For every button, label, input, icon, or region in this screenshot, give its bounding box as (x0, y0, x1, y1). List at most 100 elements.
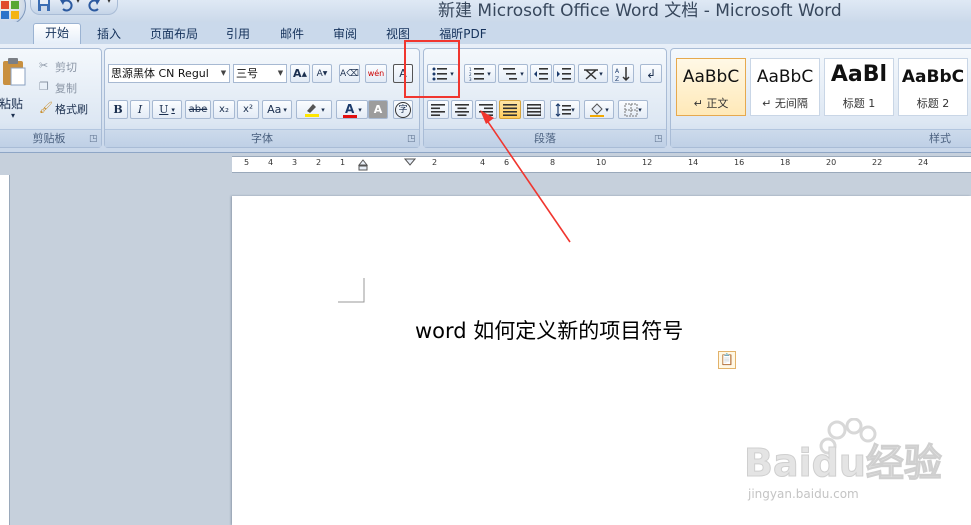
increase-indent-button[interactable] (553, 64, 575, 83)
multilevel-list-icon (503, 67, 518, 80)
decrease-indent-button[interactable] (530, 64, 552, 83)
ribbon-tabs: 开始 插入 页面布局 引用 邮件 审阅 视图 福昕PDF (0, 22, 971, 45)
style-heading-1[interactable]: AaBl 标题 1 (824, 58, 894, 116)
styles-group-label: 样式 (671, 129, 971, 147)
borders-button[interactable]: ▾ (618, 100, 648, 119)
ruler-number: 24 (918, 158, 929, 167)
chevron-down-icon[interactable]: ▼ (218, 65, 229, 82)
tab-review[interactable]: 审阅 (322, 25, 368, 44)
superscript-button[interactable]: x² (237, 100, 259, 119)
italic-button[interactable]: I (130, 100, 150, 119)
cut-button[interactable]: 剪切 (55, 59, 77, 75)
chevron-down-icon[interactable]: ▾ (605, 106, 609, 114)
paint-bucket-icon (590, 102, 605, 117)
enclose-characters-icon: 字 (395, 101, 411, 118)
chevron-down-icon[interactable]: ▾ (638, 106, 642, 114)
margin-corner-mark (338, 278, 365, 303)
ruler-number: 2 (432, 158, 438, 167)
paragraph-launcher-icon[interactable]: ◳ (654, 135, 663, 144)
highlight-color-button[interactable]: ▾ (296, 100, 332, 119)
align-left-button[interactable] (427, 100, 449, 119)
document-text[interactable]: word 如何定义新的项目符号 (415, 315, 683, 345)
style-name: ↵ 正文 (693, 97, 729, 110)
chevron-down-icon[interactable]: ▾ (487, 70, 491, 78)
chevron-down-icon[interactable]: ▼ (275, 65, 286, 82)
tab-mailings[interactable]: 邮件 (270, 25, 314, 44)
clear-formatting-icon: A⌫ (340, 68, 359, 79)
shading-button[interactable]: ▾ (584, 100, 614, 119)
change-case-button[interactable]: Aa ▾ (262, 100, 292, 119)
shrink-font-button[interactable]: A ▼ (312, 64, 332, 83)
svg-text:A: A (345, 102, 355, 116)
first-line-indent-icon[interactable] (404, 158, 416, 170)
chevron-down-icon[interactable]: ▾ (358, 106, 362, 114)
ruler-number: 20 (826, 158, 837, 167)
style-name: 标题 1 (842, 97, 876, 110)
copy-button[interactable]: 复制 (55, 80, 77, 96)
style-heading-2[interactable]: AaBbC 标题 2 (898, 58, 968, 116)
hanging-indent-icon[interactable] (358, 159, 368, 171)
clipboard-launcher-icon[interactable]: ◳ (89, 135, 98, 144)
clipboard-group: 粘贴 ▾ ✂ 剪切 ❐ 复制 🖌 格式刷 剪贴板 ◳ (0, 48, 102, 148)
paste-button[interactable]: 粘贴 (0, 95, 23, 112)
chevron-down-icon[interactable]: ▾ (520, 70, 524, 78)
grow-font-icon: A (293, 67, 302, 80)
paragraph-mark-icon: ↲ (645, 66, 657, 81)
style-normal[interactable]: AaBbC ↵ 正文 (676, 58, 746, 116)
bold-button[interactable]: B (108, 100, 128, 119)
underline-button[interactable]: U ▾ (152, 100, 182, 119)
horizontal-ruler[interactable]: 5 4 3 2 1 2 4 6 8 10 12 14 16 18 20 22 2… (232, 156, 971, 173)
chevron-down-icon[interactable]: ▾ (283, 106, 287, 114)
chevron-down-icon[interactable]: ▾ (599, 70, 603, 78)
repeat-icon[interactable] (87, 0, 101, 12)
quick-access-toolbar: ▾ ▾ (30, 0, 118, 15)
font-group-label: 字体 (105, 129, 419, 147)
grow-font-button[interactable]: A ▲ (290, 64, 310, 83)
customize-qat-icon[interactable]: ▾ (107, 0, 111, 5)
font-name-combo[interactable]: 思源黑体 CN Regul ▼ (108, 64, 230, 83)
strikethrough-button[interactable]: abe (185, 100, 211, 119)
phonetic-guide-button[interactable]: wén (365, 64, 387, 83)
numbering-button[interactable]: 123 ▾ (464, 64, 496, 83)
svg-text:Z: Z (615, 76, 619, 82)
align-center-icon (455, 103, 469, 116)
format-painter-button[interactable]: 格式刷 (55, 101, 88, 117)
style-no-spacing[interactable]: AaBbC ↵ 无间隔 (750, 58, 820, 116)
save-icon[interactable] (37, 0, 51, 12)
chevron-down-icon[interactable]: ▾ (171, 106, 175, 114)
character-shading-button[interactable]: A (368, 100, 388, 119)
style-sample: AaBbC (756, 67, 814, 87)
undo-icon[interactable] (59, 0, 75, 12)
scissors-icon: ✂ (39, 59, 49, 72)
character-shading-icon: A (373, 103, 383, 116)
vertical-ruler[interactable] (0, 175, 10, 525)
paste-options-icon[interactable]: 📋 (718, 351, 736, 369)
phonetic-guide-icon: wén (367, 69, 385, 78)
paste-dropdown-icon[interactable]: ▾ (11, 111, 15, 120)
chinese-layout-button[interactable]: ▾ (578, 64, 608, 83)
sort-button[interactable]: AZ (612, 64, 634, 83)
paste-icon[interactable] (1, 57, 27, 87)
tab-insert[interactable]: 插入 (86, 25, 132, 44)
ruler-number: 10 (596, 158, 607, 167)
font-color-button[interactable]: A ▾ (336, 100, 368, 119)
chevron-down-icon[interactable]: ▾ (321, 106, 325, 114)
ruler-number: 5 (244, 158, 250, 167)
clear-formatting-button[interactable]: A⌫ (339, 64, 360, 83)
subscript-button[interactable]: x₂ (213, 100, 235, 119)
ruler-number: 16 (734, 158, 745, 167)
undo-dropdown-icon[interactable]: ▾ (76, 0, 80, 5)
tab-home[interactable]: 开始 (33, 23, 81, 45)
ruler-number: 12 (642, 158, 653, 167)
show-hide-marks-button[interactable]: ↲ (640, 64, 662, 83)
tab-references[interactable]: 引用 (216, 25, 260, 44)
multilevel-list-button[interactable]: ▾ (498, 64, 528, 83)
enclose-characters-button[interactable]: 字 (393, 100, 413, 119)
window-title: 新建 Microsoft Office Word 文档 - Microsoft … (438, 1, 842, 21)
font-size-combo[interactable]: 三号 ▼ (233, 64, 287, 83)
styles-group: AaBbC ↵ 正文 AaBbC ↵ 无间隔 AaBl 标题 1 AaBbC 标… (670, 48, 971, 148)
tab-page-layout[interactable]: 页面布局 (140, 25, 208, 44)
chinese-layout-icon (584, 68, 599, 80)
font-launcher-icon[interactable]: ◳ (407, 135, 416, 144)
ruler-number: 2 (316, 158, 322, 167)
